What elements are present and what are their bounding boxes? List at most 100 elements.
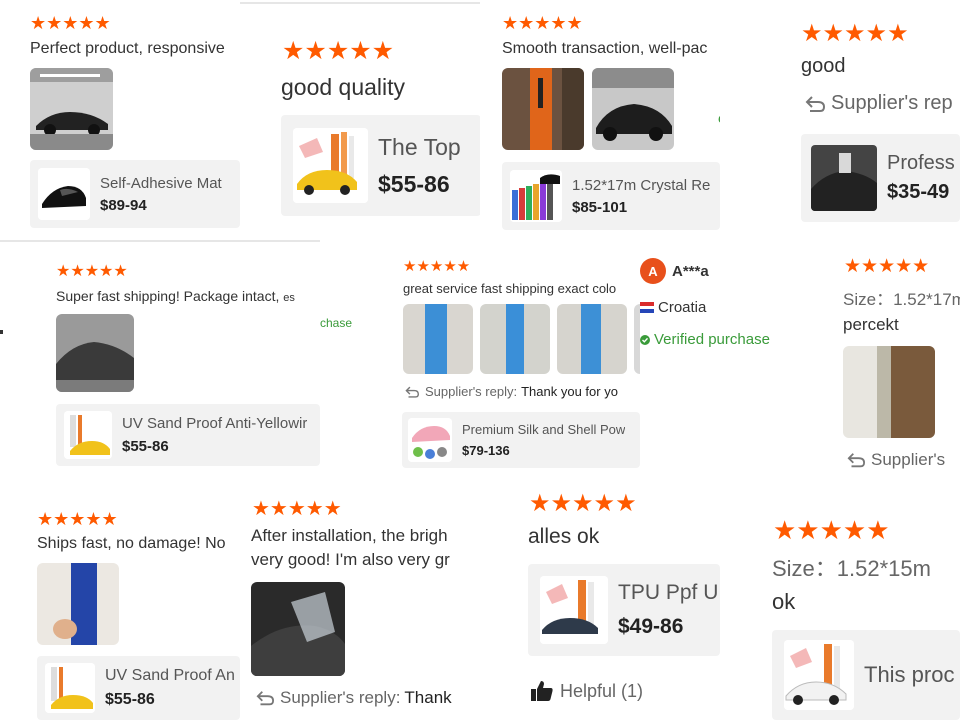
review-photo[interactable] [56, 314, 134, 392]
product-card[interactable]: Premium Silk and Shell Pow $79-136 [402, 412, 640, 468]
reply-text: Thank you for yo [521, 384, 618, 399]
product-card[interactable]: The Top $55-86 [281, 115, 480, 216]
product-info: TPU Ppf U $49-86 [618, 581, 718, 639]
product-info: 1.52*17m Crystal Re $85-101 [572, 177, 710, 216]
rating-stars: ★★★★★ [30, 13, 111, 33]
rating-stars: ★★★★★ [282, 37, 395, 65]
review-card: ★★★★★ good Supplier's rep Profess $35-49 [720, 0, 960, 240]
product-name: 1.52*17m Crystal Re [572, 176, 711, 194]
review-text: good [801, 55, 846, 77]
product-price: $49-86 [618, 615, 684, 638]
review-text: ok [772, 589, 796, 614]
reviewer-name: A***a [672, 262, 709, 280]
product-price: $79-136 [462, 443, 510, 458]
product-image [784, 640, 854, 710]
film-roll-car-icon [64, 411, 112, 459]
review-text-line-2: very good! I'm also very gr [251, 550, 450, 569]
review-text: great service fast shipping exact colo [403, 281, 617, 296]
review-text: Perfect product, responsive [30, 40, 225, 57]
rating-stars: ★★★★★ [844, 256, 930, 277]
product-card[interactable]: This proc [772, 630, 960, 720]
reviewer-header: A A***a [640, 258, 709, 284]
car-photo-icon [592, 68, 674, 150]
color-rolls-icon [510, 170, 562, 222]
rating-stars: ★★★★★ [37, 509, 118, 529]
thumbs-up-icon [531, 681, 553, 701]
reviewer-country: Croatia [640, 299, 706, 316]
reply-text: Thank [404, 688, 452, 707]
product-card[interactable]: UV Sand Proof An $55-86 [37, 656, 240, 720]
blue-roll-photo-icon [403, 304, 473, 374]
helpful-button[interactable]: Helpful (1) [530, 680, 643, 702]
product-name: UV Sand Proof Anti-Yellowir [122, 415, 308, 432]
product-image [293, 128, 368, 203]
edge-fragment [0, 330, 3, 334]
review-photo[interactable] [30, 68, 113, 150]
review-text-overflow: es [283, 292, 295, 304]
review-photo[interactable] [480, 304, 550, 374]
review-size: Size：1.52*15m [772, 556, 931, 581]
review-photo[interactable] [251, 582, 345, 676]
supplier-reply[interactable]: Supplier's [846, 450, 945, 470]
film-roll-car-icon [784, 640, 854, 710]
review-photo[interactable] [37, 563, 119, 645]
rating-stars: ★★★★★ [529, 490, 637, 517]
product-name: Self-Adhesive Mat [100, 174, 222, 192]
reply-label: Supplier's reply: [425, 384, 518, 399]
review-card: ★★★★★ Size：1.52*17m percekt Supplier's [800, 242, 960, 480]
product-image [45, 663, 95, 713]
blue-roll-hand-photo-icon [37, 563, 119, 645]
review-card: ★★★★★ good quality The Top $55-86 [240, 4, 480, 240]
review-card: ★★★★★ Ships fast, no damage! No UV Sand … [0, 480, 240, 720]
product-image [540, 576, 608, 644]
product-card[interactable]: Self-Adhesive Mat $89-94 [30, 160, 240, 228]
supplier-reply[interactable]: Supplier's reply: Thank you for yo [404, 384, 618, 399]
film-roll-car-icon [293, 128, 368, 203]
product-price: $55-86 [122, 438, 169, 455]
review-photo[interactable] [403, 304, 473, 374]
product-image [408, 418, 452, 462]
review-photos [502, 68, 674, 150]
reply-arrow-icon [847, 453, 866, 468]
product-info: Profess $35-49 [887, 152, 955, 204]
product-price: $55-86 [378, 170, 450, 197]
review-photo[interactable] [502, 68, 584, 150]
rating-stars: ★★★★★ [502, 13, 583, 33]
review-card: ★★★★★ After installation, the brigh very… [240, 480, 480, 720]
review-text-main: Super fast shipping! Package intact, [56, 288, 280, 304]
product-image [510, 170, 562, 222]
review-text: percekt [843, 315, 899, 334]
review-photos [403, 304, 640, 374]
pink-car-icon [408, 418, 452, 462]
product-info: UV Sand Proof Anti-Yellowir $55-86 [122, 415, 307, 455]
avatar: A [640, 258, 666, 284]
review-text: alles ok [528, 525, 600, 548]
review-photo[interactable] [843, 346, 935, 438]
review-card: ★★★★★ alles ok TPU Ppf U $49-86 Helpful … [480, 480, 720, 720]
product-image [811, 145, 877, 211]
review-photo[interactable] [592, 68, 674, 150]
car-wrap-icon [811, 145, 877, 211]
product-price: $35-49 [887, 181, 950, 203]
supplier-reply[interactable]: Supplier's reply: Thank [255, 688, 452, 708]
product-card[interactable]: Profess $35-49 [801, 134, 960, 222]
supplier-reply[interactable]: Supplier's rep [804, 92, 953, 115]
product-price: $85-101 [572, 198, 628, 216]
review-photo[interactable] [557, 304, 627, 374]
product-info: UV Sand Proof An $55-86 [105, 667, 235, 709]
reply-label: Supplier's reply: [280, 688, 401, 707]
rating-stars: ★★★★★ [773, 515, 890, 545]
product-card[interactable]: UV Sand Proof Anti-Yellowir $55-86 [56, 404, 320, 466]
product-card[interactable]: TPU Ppf U $49-86 [528, 564, 720, 656]
orange-roll-photo-icon [502, 68, 584, 150]
review-card: ★★★★★ great service fast shipping exact … [400, 242, 640, 480]
reply-arrow-icon [805, 95, 826, 112]
product-price: $89-94 [100, 196, 147, 214]
review-text-line-1: After installation, the brigh [251, 526, 448, 545]
reply-label: Supplier's rep [831, 92, 953, 114]
product-card[interactable]: 1.52*17m Crystal Re $85-101 [502, 162, 720, 230]
film-roll-photo-icon [843, 346, 935, 438]
reply-arrow-icon [405, 386, 420, 398]
product-name: Profess [887, 152, 955, 174]
film-roll-car-icon [45, 663, 95, 713]
